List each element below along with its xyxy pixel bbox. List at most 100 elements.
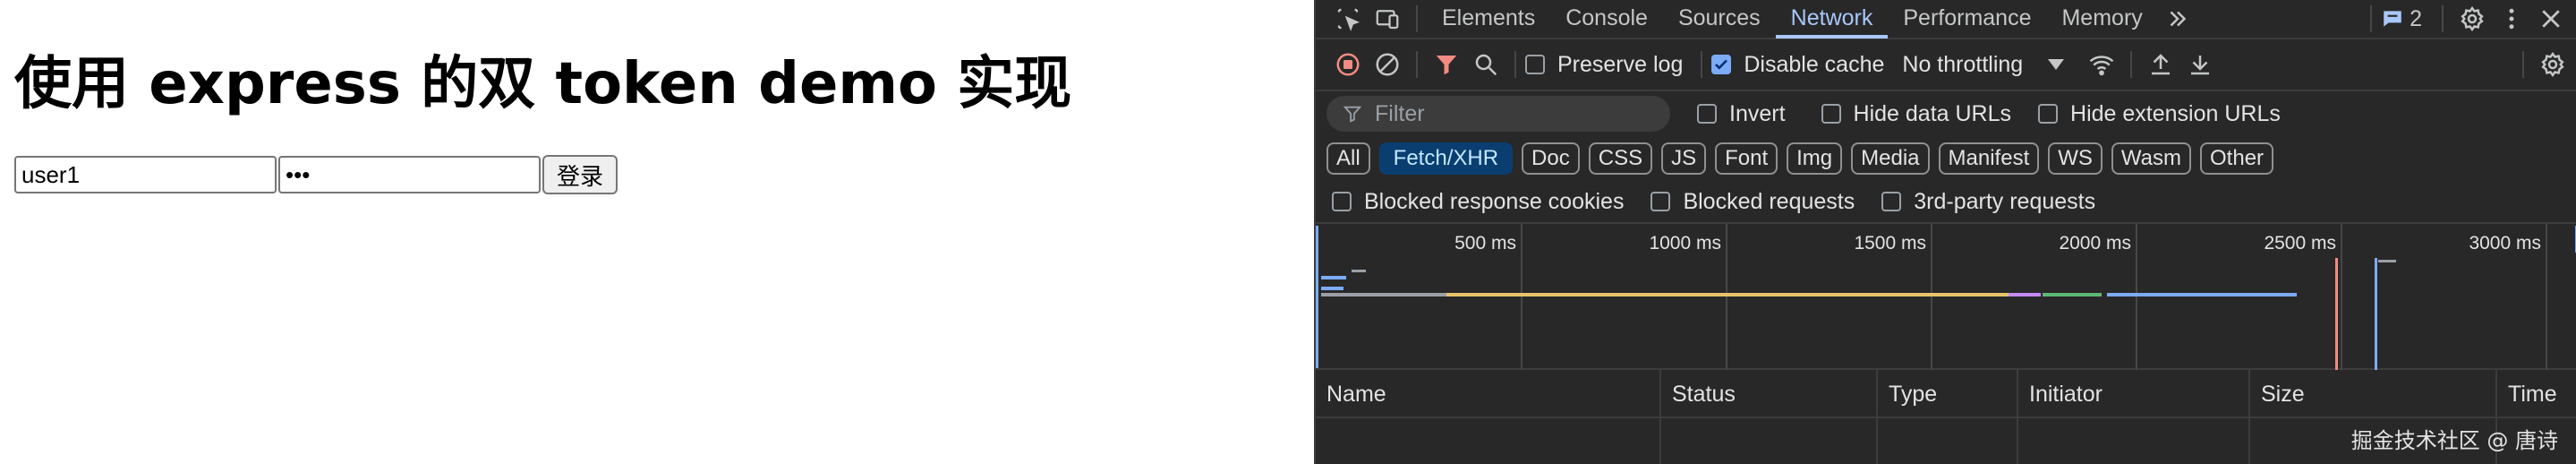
hide-data-urls-checkbox[interactable]: Hide data URLs [1821,101,2011,127]
more-tabs-icon[interactable] [2158,0,2197,39]
tab-console[interactable]: Console [1550,0,1663,39]
demo-page: 使用 express 的双 token demo 实现 登录 [0,0,1314,464]
request-bar [1446,293,2009,296]
checkbox-box [1697,104,1717,124]
chip-wasm[interactable]: Wasm [2111,142,2192,175]
filter-funnel-icon[interactable] [1427,45,1466,84]
request-bar [2107,293,2297,296]
chevron-down-icon [2048,59,2065,70]
network-overview-timeline[interactable]: 500 ms 1000 ms 1500 ms 2000 ms 2500 ms 3000 m… [1316,224,2576,370]
chip-font[interactable]: Font [1715,142,1778,175]
separator [1701,51,1703,78]
separator [2442,5,2444,32]
third-party-checkbox[interactable]: 3rd-party requests [1881,189,2095,215]
timeline-ticks: 500 ms 1000 ms 1500 ms 2000 ms 2500 ms 3000 m… [1454,233,2541,253]
preserve-log-label: Preserve log [1557,51,1684,77]
chip-all[interactable]: All [1326,142,1370,175]
filter-input[interactable]: Filter [1326,96,1670,132]
timeline-tick-label: 1500 ms [1854,233,1926,253]
tab-sources[interactable]: Sources [1663,0,1776,39]
request-bar [1321,293,1446,296]
throttling-select[interactable]: No throttling [1902,51,2065,78]
blocked-cookies-label: Blocked response cookies [1364,188,1625,214]
tab-performance[interactable]: Performance [1888,0,2046,39]
blocked-requests-label: Blocked requests [1683,188,1855,214]
table-cell [1661,418,1878,464]
filter-row: Filter Invert Hide data URLs Hide extens… [1316,91,2576,136]
chip-other[interactable]: Other [2200,142,2274,175]
timeline-tick-label: 2000 ms [2059,233,2131,253]
blocked-requests-checkbox[interactable]: Blocked requests [1651,189,1855,215]
username-input[interactable] [14,156,277,193]
timeline-tick-label: 3000 ms [2469,233,2541,253]
blocked-cookies-checkbox[interactable]: Blocked response cookies [1332,189,1624,215]
search-icon[interactable] [1466,45,1506,84]
issues-count: 2 [2410,5,2422,31]
column-name[interactable]: Name [1316,370,1661,418]
timeline-tick-label: 2500 ms [2264,233,2336,253]
filter-icon [1343,106,1362,123]
issues-counter[interactable]: 2 [2381,6,2422,32]
table-cell [1316,418,1661,464]
load-event-marker [2335,258,2338,370]
resource-type-filters: All Fetch/XHR Doc CSS JS Font Img Media Manifest… [1316,136,2576,181]
network-conditions-icon[interactable] [2082,45,2121,84]
preserve-log-checkbox[interactable]: Preserve log [1525,52,1683,78]
chip-js[interactable]: JS [1661,142,1707,175]
tab-memory[interactable]: Memory [2046,0,2157,39]
chip-css[interactable]: CSS [1588,142,1653,175]
request-bar [2378,260,2396,262]
hide-extension-urls-checkbox[interactable]: Hide extension URLs [2038,101,2281,127]
column-status[interactable]: Status [1661,370,1878,418]
hide-extension-urls-label: Hide extension URLs [2070,100,2281,126]
column-size[interactable]: Size [2250,370,2497,418]
settings-gear-icon[interactable] [2452,0,2492,39]
domcontentloaded-marker [2375,258,2377,370]
blocked-filters-row: Blocked response cookies Blocked request… [1316,181,2576,224]
checkmark-icon [1715,59,1728,70]
column-type[interactable]: Type [1878,370,2018,418]
export-har-icon[interactable] [2180,45,2220,84]
checkbox-checked [1711,55,1732,74]
column-initiator[interactable]: Initiator [2018,370,2250,418]
throttling-value: No throttling [1902,51,2024,77]
password-input[interactable] [278,156,541,193]
kebab-menu-icon[interactable] [2492,0,2531,39]
checkbox-box [2038,104,2059,124]
checkbox-box [1525,55,1545,74]
device-toolbar-icon[interactable] [1368,0,1407,39]
separator [2130,51,2133,78]
overview-graph: 500 ms 1000 ms 1500 ms 2000 ms 2500 ms 3000 m… [1316,224,2576,370]
third-party-label: 3rd-party requests [1914,188,2096,214]
table-cell [2018,418,2250,464]
request-bar [1321,276,1346,279]
chip-manifest[interactable]: Manifest [1938,142,2040,175]
devtools-tab-bar: Elements Console Sources Network Perform… [1316,0,2576,39]
import-har-icon[interactable] [2141,45,2180,84]
request-bar [2043,293,2102,296]
network-settings-gear-icon[interactable] [2533,45,2572,84]
tab-network[interactable]: Network [1775,0,1889,39]
chip-ws[interactable]: WS [2048,142,2103,175]
clear-icon[interactable] [1368,45,1407,84]
chip-fetch-xhr[interactable]: Fetch/XHR [1378,142,1514,175]
chip-doc[interactable]: Doc [1522,142,1580,175]
invert-checkbox[interactable]: Invert [1697,101,1786,127]
requests-table-header: Name Status Type Initiator Size Time [1316,370,2576,418]
stop-recording-icon[interactable] [1328,45,1368,84]
timeline-tick-label: 500 ms [1454,233,1516,253]
close-icon[interactable] [2531,0,2571,39]
devtools-panel: Elements Console Sources Network Perform… [1314,0,2576,464]
request-bar [1321,287,1343,290]
selection-handle-left[interactable] [1316,226,1318,368]
column-time[interactable]: Time [2497,370,2576,418]
invert-label: Invert [1729,100,1786,126]
login-button[interactable]: 登录 [542,155,618,194]
chip-img[interactable]: Img [1787,142,1843,175]
disable-cache-checkbox[interactable]: Disable cache [1711,52,1884,78]
chip-media[interactable]: Media [1851,142,1930,175]
tab-elements[interactable]: Elements [1427,0,1550,39]
inspect-element-icon[interactable] [1328,0,1368,39]
separator [2370,5,2373,32]
separator [1514,51,1516,78]
